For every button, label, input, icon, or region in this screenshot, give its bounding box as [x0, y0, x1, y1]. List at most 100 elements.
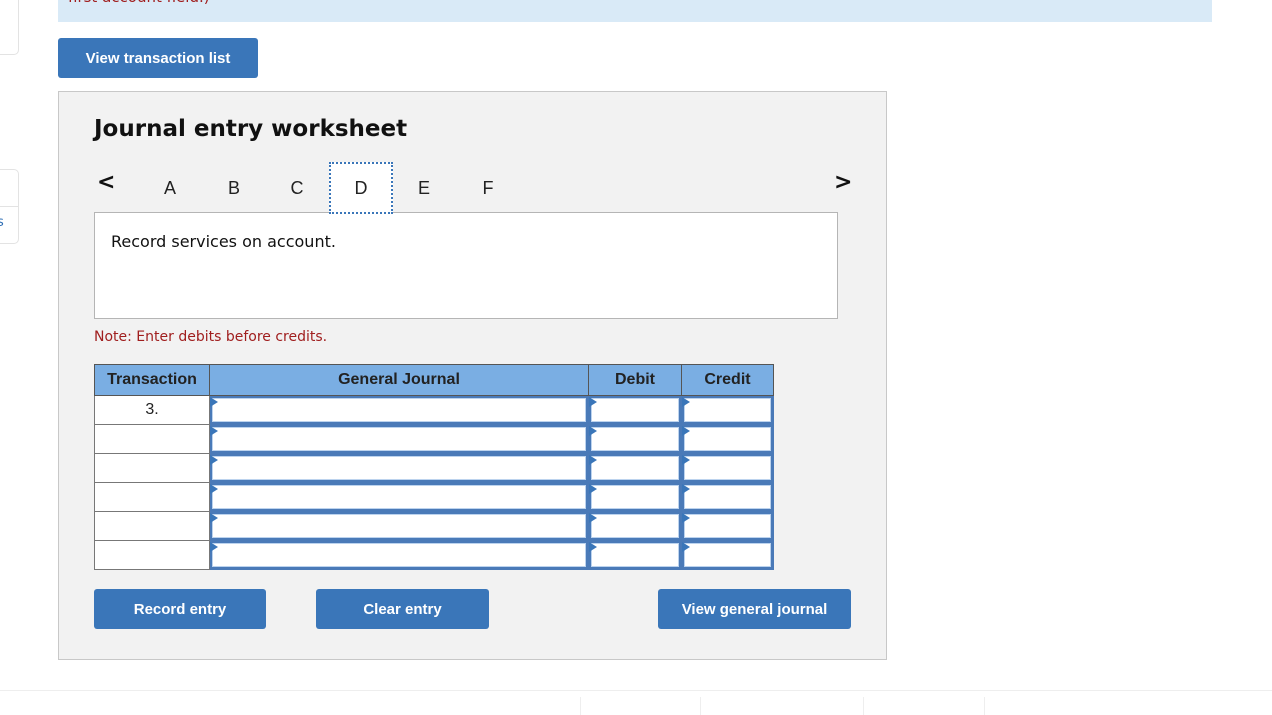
journal-table: Transaction General Journal Debit Credit…: [94, 364, 774, 570]
transaction-cell: [94, 511, 210, 541]
view-transaction-list-button[interactable]: View transaction list: [58, 38, 258, 78]
tab-a[interactable]: A: [138, 162, 202, 214]
dropdown-marker-icon: [682, 455, 690, 465]
dropdown-marker-icon: [210, 542, 218, 552]
dropdown-marker-icon: [589, 484, 597, 494]
general-journal-input-cell: [209, 540, 589, 570]
credit-input[interactable]: [684, 485, 771, 509]
dropdown-marker-icon: [682, 513, 690, 523]
dropdown-marker-icon: [682, 397, 690, 407]
tab-e[interactable]: E: [392, 162, 456, 214]
debit-input-cell: [588, 540, 682, 570]
credit-input[interactable]: [684, 514, 771, 538]
debit-input-cell: [588, 511, 682, 541]
table-row: 3.: [94, 395, 774, 425]
table-row: [94, 482, 774, 512]
dropdown-marker-icon: [210, 484, 218, 494]
debit-input[interactable]: [591, 427, 679, 451]
footer-separator: [580, 697, 581, 715]
transaction-description: Record services on account.: [111, 232, 336, 251]
general-journal-input[interactable]: [212, 485, 586, 509]
dropdown-marker-icon: [589, 397, 597, 407]
header-general-journal: General Journal: [209, 364, 589, 396]
general-journal-input[interactable]: [212, 398, 586, 422]
general-journal-input-cell: [209, 482, 589, 512]
debit-input[interactable]: [591, 456, 679, 480]
table-header-row: Transaction General Journal Debit Credit: [94, 364, 774, 396]
dropdown-marker-icon: [682, 484, 690, 494]
credit-input[interactable]: [684, 456, 771, 480]
footer-divider: [0, 690, 1272, 691]
instruction-banner: first account field.): [58, 0, 1212, 22]
footer-separator: [863, 697, 864, 715]
worksheet-title: Journal entry worksheet: [94, 116, 408, 142]
dropdown-marker-icon: [210, 513, 218, 523]
dropdown-marker-icon: [210, 397, 218, 407]
tab-b[interactable]: B: [202, 162, 266, 214]
general-journal-input-cell: [209, 453, 589, 483]
general-journal-input[interactable]: [212, 427, 586, 451]
table-row: [94, 540, 774, 570]
header-debit: Debit: [588, 364, 682, 396]
credit-input-cell: [681, 424, 774, 454]
transaction-cell: [94, 453, 210, 483]
clear-entry-button[interactable]: Clear entry: [316, 589, 489, 629]
header-credit: Credit: [681, 364, 774, 396]
footer-separator: [984, 697, 985, 715]
dropdown-marker-icon: [589, 542, 597, 552]
credit-input-cell: [681, 511, 774, 541]
debit-input-cell: [588, 424, 682, 454]
transaction-cell: [94, 424, 210, 454]
debit-input-cell: [588, 482, 682, 512]
debit-input[interactable]: [591, 543, 679, 567]
credit-input-cell: [681, 482, 774, 512]
debit-credit-note: Note: Enter debits before credits.: [94, 329, 328, 345]
credit-input-cell: [681, 395, 774, 425]
side-nav-link[interactable]: s: [0, 215, 4, 230]
general-journal-input[interactable]: [212, 456, 586, 480]
tab-c[interactable]: C: [265, 162, 329, 214]
transaction-cell: 3.: [94, 395, 210, 425]
dropdown-marker-icon: [589, 455, 597, 465]
record-entry-button[interactable]: Record entry: [94, 589, 266, 629]
dropdown-marker-icon: [210, 426, 218, 436]
chevron-left-icon[interactable]: <: [97, 170, 115, 195]
table-row: [94, 511, 774, 541]
debit-input[interactable]: [591, 398, 679, 422]
credit-input-cell: [681, 540, 774, 570]
general-journal-input-cell: [209, 395, 589, 425]
transaction-cell: [94, 482, 210, 512]
view-general-journal-button[interactable]: View general journal: [658, 589, 851, 629]
table-row: [94, 453, 774, 483]
tab-f[interactable]: F: [456, 162, 520, 214]
footer-separator: [700, 697, 701, 715]
debit-input-cell: [588, 453, 682, 483]
header-transaction: Transaction: [94, 364, 210, 396]
credit-input[interactable]: [684, 427, 771, 451]
general-journal-input-cell: [209, 511, 589, 541]
credit-input-cell: [681, 453, 774, 483]
table-row: [94, 424, 774, 454]
dropdown-marker-icon: [589, 513, 597, 523]
general-journal-input[interactable]: [212, 543, 586, 567]
debit-input[interactable]: [591, 485, 679, 509]
transaction-description-box: Record services on account.: [94, 212, 838, 319]
dropdown-marker-icon: [682, 542, 690, 552]
general-journal-input-cell: [209, 424, 589, 454]
side-card: [0, 0, 19, 55]
tab-d[interactable]: D: [329, 162, 393, 214]
dropdown-marker-icon: [210, 455, 218, 465]
credit-input[interactable]: [684, 543, 771, 567]
instruction-text: first account field.): [68, 0, 210, 6]
debit-input-cell: [588, 395, 682, 425]
divider: [0, 206, 18, 207]
journal-entry-worksheet: Journal entry worksheet < > A B C D E F …: [58, 91, 887, 660]
transaction-cell: [94, 540, 210, 570]
general-journal-input[interactable]: [212, 514, 586, 538]
debit-input[interactable]: [591, 514, 679, 538]
chevron-right-icon[interactable]: >: [834, 170, 852, 195]
credit-input[interactable]: [684, 398, 771, 422]
dropdown-marker-icon: [682, 426, 690, 436]
dropdown-marker-icon: [589, 426, 597, 436]
side-card-nav: s: [0, 169, 19, 244]
